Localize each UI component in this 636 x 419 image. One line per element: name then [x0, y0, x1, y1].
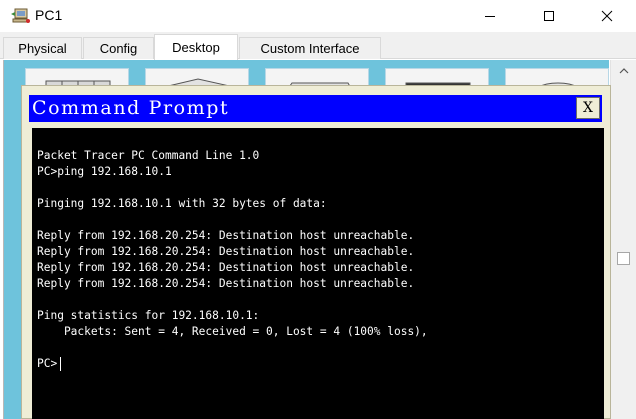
terminal-line: Packet Tracer PC Command Line 1.0: [37, 149, 260, 162]
tab-bar: Physical Config Desktop Custom Interface: [0, 32, 636, 60]
pc-app-icon: [9, 6, 31, 26]
minimize-button[interactable]: [467, 0, 513, 32]
chevron-up-icon: [619, 68, 629, 74]
minimize-icon: [485, 16, 495, 17]
tab-custom-interface[interactable]: Custom Interface: [239, 37, 381, 59]
scroll-up-button[interactable]: [611, 62, 636, 80]
terminal-output[interactable]: Packet Tracer PC Command Line 1.0 PC>pin…: [32, 128, 604, 419]
maximize-icon: [544, 11, 554, 21]
title-bar: PC1: [0, 0, 636, 32]
terminal-line: Ping statistics for 192.168.10.1:: [37, 309, 260, 322]
tab-config[interactable]: Config: [83, 37, 154, 59]
terminal-line: Packets: Sent = 4, Received = 0, Lost = …: [37, 325, 428, 338]
close-icon: [601, 10, 613, 22]
terminal-line: Reply from 192.168.20.254: Destination h…: [37, 229, 415, 242]
scroll-thumb[interactable]: [617, 252, 630, 265]
terminal-line: PC>ping 192.168.10.1: [37, 165, 172, 178]
command-prompt-window: Command Prompt X Packet Tracer PC Comman…: [21, 85, 611, 419]
command-prompt-header: Command Prompt X: [29, 95, 602, 122]
terminal-line: Pinging 192.168.10.1 with 32 bytes of da…: [37, 197, 327, 210]
maximize-button[interactable]: [526, 0, 572, 32]
tab-desktop[interactable]: Desktop: [154, 34, 238, 60]
window-title: PC1: [35, 7, 63, 23]
terminal-prompt-line: PC>: [37, 357, 58, 370]
terminal-line: Reply from 192.168.20.254: Destination h…: [37, 277, 415, 290]
command-prompt-title: Command Prompt: [32, 97, 230, 119]
command-prompt-close-button[interactable]: X: [576, 97, 600, 119]
close-window-button[interactable]: [584, 0, 630, 32]
text-cursor: [60, 357, 61, 371]
terminal-line: Reply from 192.168.20.254: Destination h…: [37, 245, 415, 258]
terminal-line: Reply from 192.168.20.254: Destination h…: [37, 261, 415, 274]
tab-physical[interactable]: Physical: [3, 37, 82, 59]
vertical-scrollbar[interactable]: [610, 60, 636, 419]
